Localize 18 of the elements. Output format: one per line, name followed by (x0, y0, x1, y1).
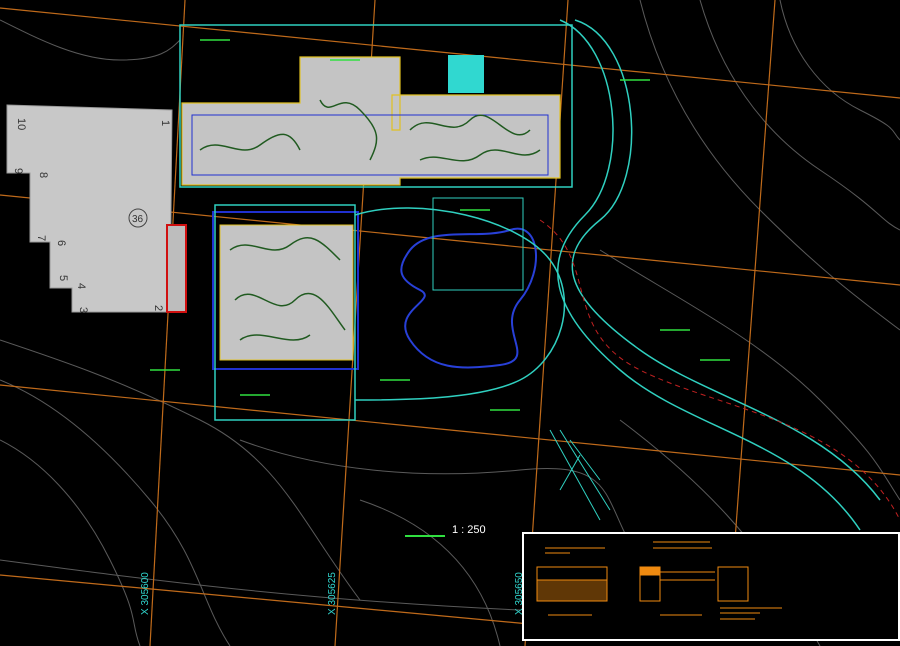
grid-coordinate: X 305650 (514, 572, 525, 615)
corner-number: 1 (159, 120, 171, 126)
grid-coordinate: X 305625 (327, 572, 338, 615)
corner-number: 9 (12, 168, 24, 174)
corner-number: 2 (152, 305, 164, 312)
grid-coordinate: X 305600 (140, 572, 151, 615)
corner-number: 4 (75, 283, 87, 290)
corner-number: 3 (77, 307, 89, 314)
stair-block (448, 55, 484, 93)
corner-number: 6 (55, 240, 67, 246)
scale-underline (405, 535, 445, 537)
building-number: 36 (132, 214, 144, 225)
building-number-circle (128, 208, 148, 228)
scale-label: 1 : 250 (452, 524, 486, 536)
corner-number: 5 (57, 275, 69, 282)
corner-number: 7 (35, 235, 47, 242)
corner-number: 10 (15, 118, 27, 130)
corner-number: 8 (37, 172, 49, 178)
